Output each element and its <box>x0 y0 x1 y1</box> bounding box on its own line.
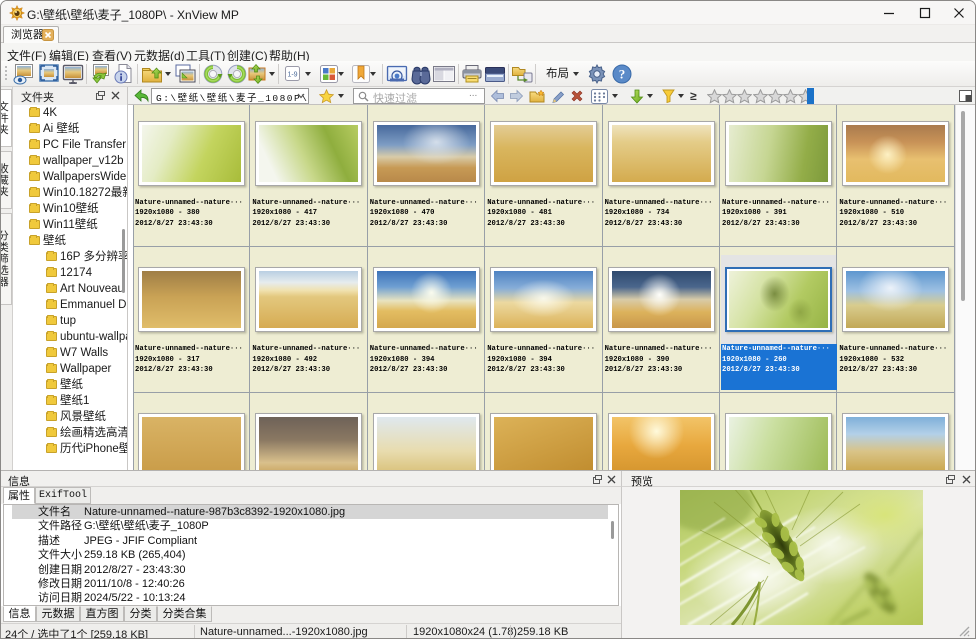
svg-text:1-9: 1-9 <box>287 72 297 79</box>
svg-text:?: ? <box>619 67 626 82</box>
